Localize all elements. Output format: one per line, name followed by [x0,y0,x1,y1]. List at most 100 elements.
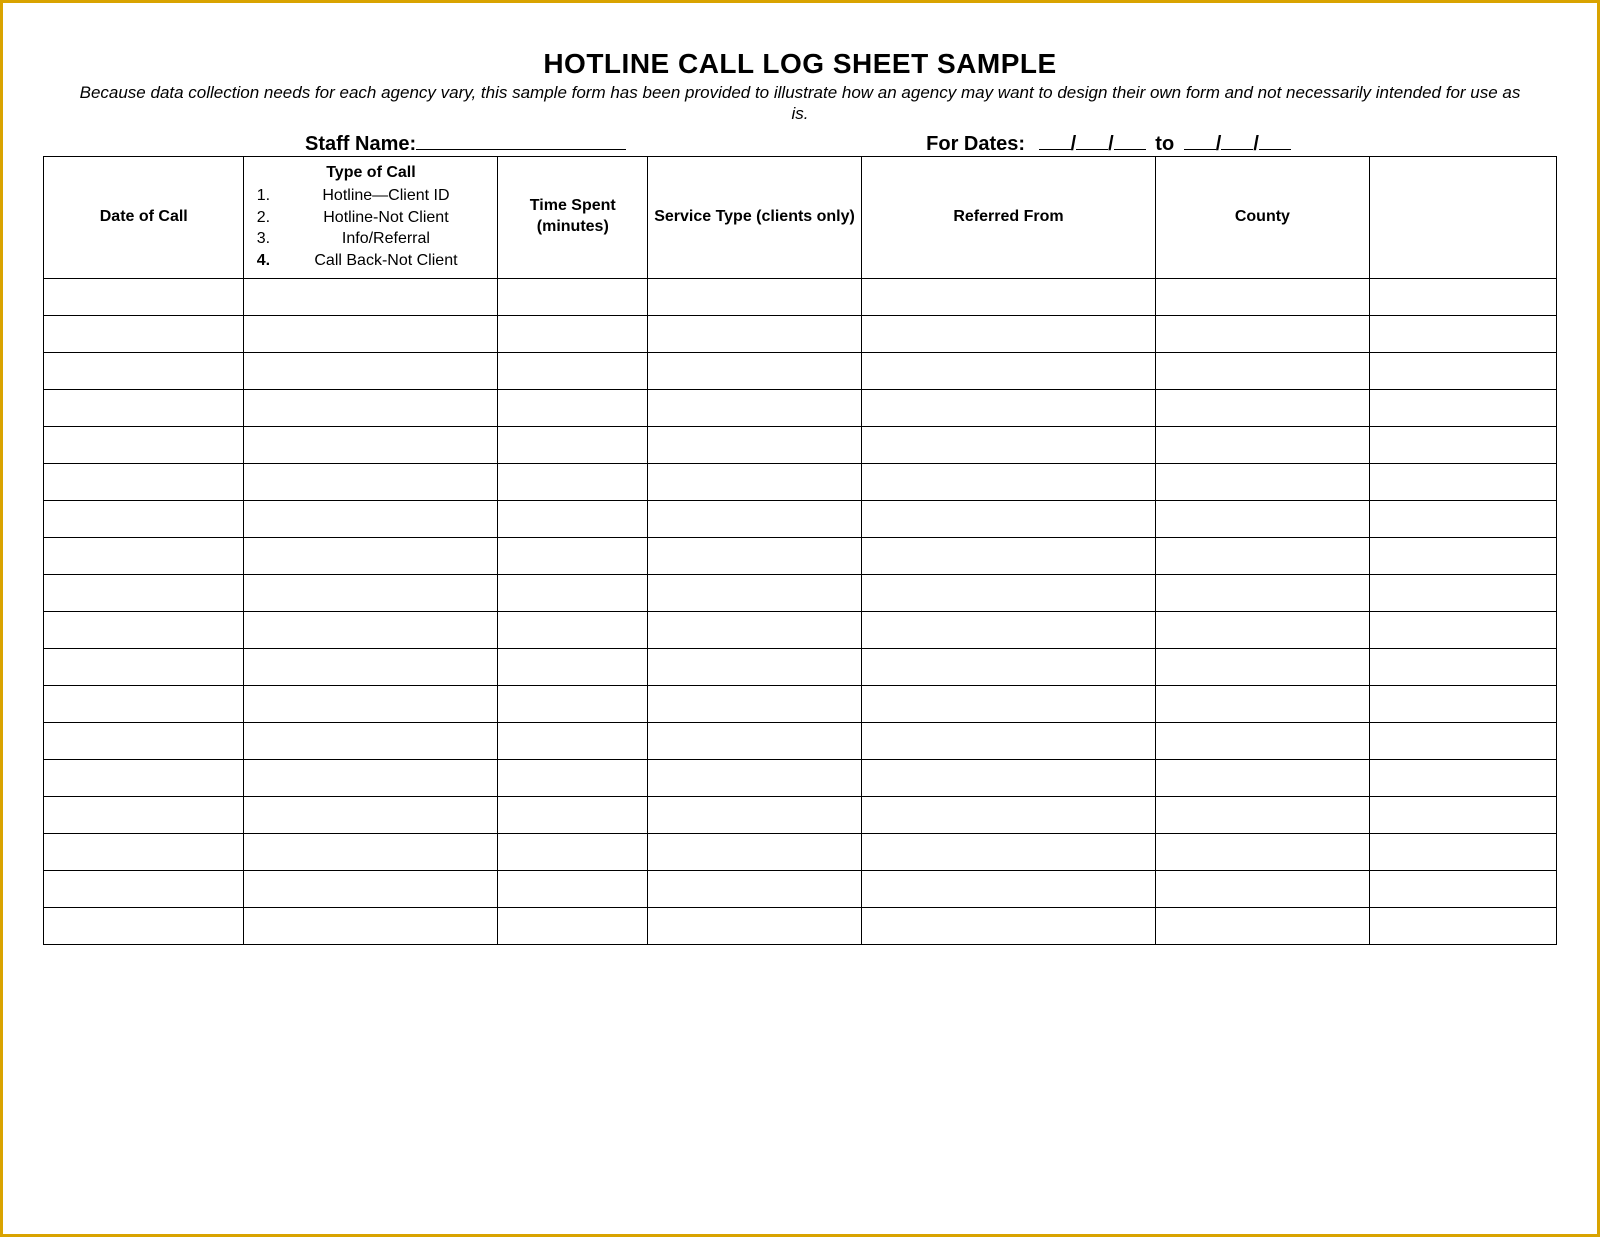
table-cell[interactable] [648,574,862,611]
table-cell[interactable] [861,463,1155,500]
table-cell[interactable] [44,426,244,463]
table-cell[interactable] [1369,574,1556,611]
table-cell[interactable] [648,537,862,574]
table-cell[interactable] [1155,574,1369,611]
table-cell[interactable] [244,500,498,537]
table-cell[interactable] [648,463,862,500]
table-cell[interactable] [498,833,648,870]
table-cell[interactable] [861,500,1155,537]
table-cell[interactable] [498,796,648,833]
table-cell[interactable] [1369,611,1556,648]
table-cell[interactable] [1155,315,1369,352]
table-cell[interactable] [1369,648,1556,685]
table-cell[interactable] [44,796,244,833]
date-from-yy[interactable] [1114,129,1146,150]
table-cell[interactable] [861,278,1155,315]
table-cell[interactable] [244,685,498,722]
table-cell[interactable] [1155,796,1369,833]
table-cell[interactable] [648,389,862,426]
table-cell[interactable] [1369,907,1556,944]
table-cell[interactable] [1155,907,1369,944]
table-cell[interactable] [498,463,648,500]
table-cell[interactable] [244,870,498,907]
table-cell[interactable] [1155,352,1369,389]
table-cell[interactable] [1155,833,1369,870]
table-cell[interactable] [44,537,244,574]
table-cell[interactable] [648,500,862,537]
table-cell[interactable] [1369,870,1556,907]
table-cell[interactable] [648,870,862,907]
table-cell[interactable] [44,833,244,870]
table-cell[interactable] [244,389,498,426]
table-cell[interactable] [1369,426,1556,463]
table-cell[interactable] [861,907,1155,944]
table-cell[interactable] [1369,537,1556,574]
table-cell[interactable] [44,574,244,611]
table-cell[interactable] [1155,537,1369,574]
table-cell[interactable] [1155,426,1369,463]
table-cell[interactable] [44,759,244,796]
table-cell[interactable] [1155,463,1369,500]
table-cell[interactable] [498,426,648,463]
table-cell[interactable] [498,722,648,759]
table-cell[interactable] [44,685,244,722]
table-cell[interactable] [244,722,498,759]
table-cell[interactable] [1369,389,1556,426]
table-cell[interactable] [244,426,498,463]
table-cell[interactable] [244,352,498,389]
table-cell[interactable] [244,574,498,611]
table-cell[interactable] [498,278,648,315]
table-cell[interactable] [648,426,862,463]
table-cell[interactable] [498,352,648,389]
table-cell[interactable] [1369,759,1556,796]
table-cell[interactable] [861,574,1155,611]
table-cell[interactable] [1155,389,1369,426]
table-cell[interactable] [648,352,862,389]
staff-name-blank[interactable] [416,129,626,150]
table-cell[interactable] [648,907,862,944]
table-cell[interactable] [498,574,648,611]
table-cell[interactable] [44,463,244,500]
table-cell[interactable] [44,352,244,389]
table-cell[interactable] [1155,722,1369,759]
table-cell[interactable] [498,870,648,907]
table-cell[interactable] [44,907,244,944]
table-cell[interactable] [244,278,498,315]
table-cell[interactable] [1155,870,1369,907]
date-to-dd[interactable] [1221,129,1253,150]
table-cell[interactable] [44,870,244,907]
table-cell[interactable] [244,537,498,574]
table-cell[interactable] [1155,685,1369,722]
table-cell[interactable] [498,907,648,944]
table-cell[interactable] [861,426,1155,463]
table-cell[interactable] [44,611,244,648]
table-cell[interactable] [861,611,1155,648]
table-cell[interactable] [244,907,498,944]
table-cell[interactable] [1369,500,1556,537]
table-cell[interactable] [861,833,1155,870]
date-to-mm[interactable] [1184,129,1216,150]
table-cell[interactable] [244,833,498,870]
table-cell[interactable] [648,685,862,722]
table-cell[interactable] [244,315,498,352]
table-cell[interactable] [861,870,1155,907]
table-cell[interactable] [648,759,862,796]
table-cell[interactable] [861,685,1155,722]
table-cell[interactable] [244,648,498,685]
table-cell[interactable] [1155,759,1369,796]
table-cell[interactable] [498,648,648,685]
table-cell[interactable] [861,722,1155,759]
table-cell[interactable] [498,500,648,537]
date-from-mm[interactable] [1039,129,1071,150]
table-cell[interactable] [1155,611,1369,648]
table-cell[interactable] [1369,352,1556,389]
table-cell[interactable] [44,648,244,685]
table-cell[interactable] [648,611,862,648]
table-cell[interactable] [44,315,244,352]
table-cell[interactable] [498,611,648,648]
table-cell[interactable] [44,278,244,315]
table-cell[interactable] [861,648,1155,685]
table-cell[interactable] [1369,278,1556,315]
table-cell[interactable] [1369,463,1556,500]
table-cell[interactable] [861,352,1155,389]
